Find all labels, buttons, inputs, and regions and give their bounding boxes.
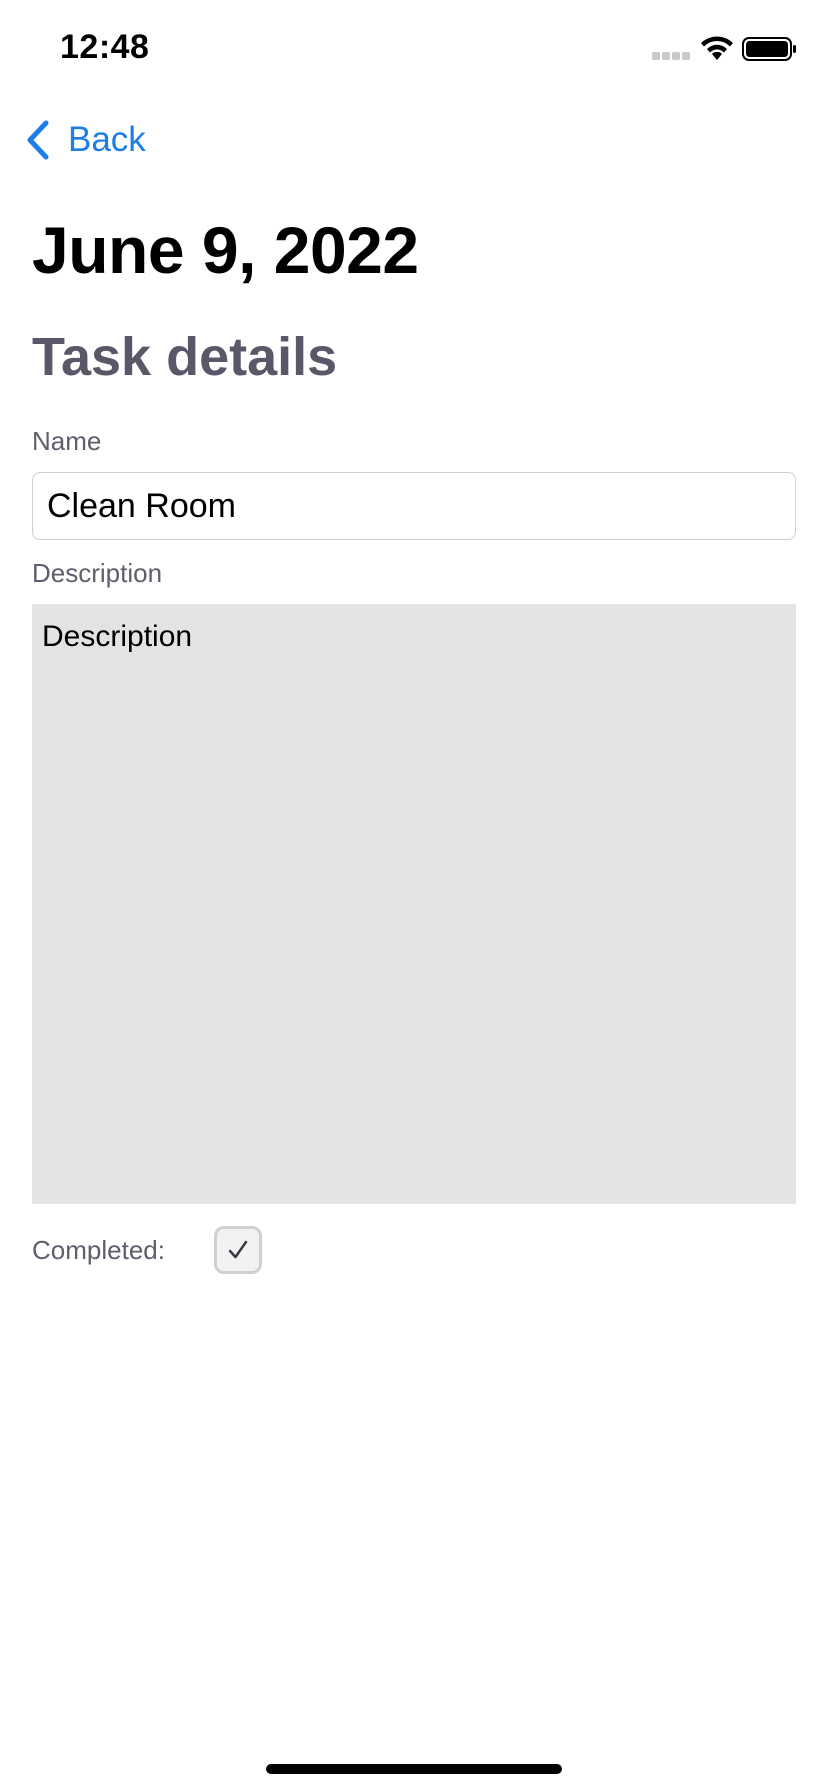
name-input[interactable] (32, 472, 796, 540)
page-title: June 9, 2022 (32, 213, 419, 287)
status-time: 12:48 (60, 28, 150, 66)
completed-row: Completed: (32, 1226, 262, 1274)
back-label: Back (68, 120, 146, 159)
checkmark-icon (228, 1240, 248, 1259)
description-label: Description (32, 558, 163, 588)
home-indicator[interactable] (266, 1764, 562, 1774)
completed-label: Completed: (32, 1234, 165, 1265)
battery-icon (742, 37, 796, 61)
description-textarea[interactable]: Description (32, 604, 796, 1204)
name-label: Name (32, 426, 102, 456)
completed-checkbox[interactable] (214, 1226, 262, 1274)
signal-icon (652, 52, 690, 60)
back-button[interactable]: Back (24, 116, 146, 164)
section-title: Task details (32, 327, 338, 387)
wifi-icon (701, 36, 733, 60)
chevron-left-icon (27, 120, 49, 160)
status-bar: 12:48 (0, 0, 828, 100)
